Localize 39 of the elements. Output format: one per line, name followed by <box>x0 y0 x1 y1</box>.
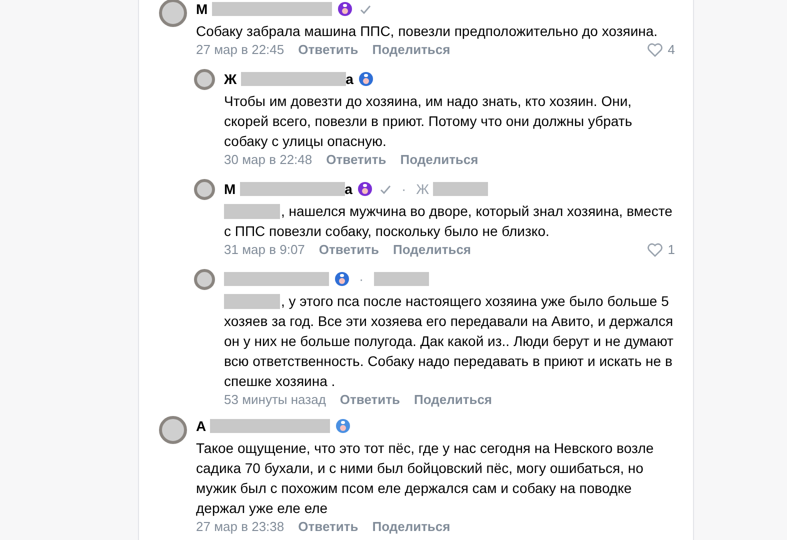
comment-text: Такое ощущение, что это тот пёс, где у нас сегодня на Невского возле садика 70 бухали, и с ними был бойцовский пёс, могу ошибаться, но мужик был с похожим псом еле держался сам и собаку на поводке держал уже еле еле <box>196 439 655 518</box>
share-link[interactable]: Поделиться <box>400 150 478 170</box>
separator-dot: · <box>359 270 364 288</box>
avatar <box>159 0 187 27</box>
reply-to-name: Ж <box>416 180 430 198</box>
author-name: А <box>196 416 206 436</box>
avatar <box>194 269 215 290</box>
comment-text: , нашелся мужчина во дворе, который знал хозяина, вместе с ППС повезли собаку, поскольку было не близко. <box>224 202 674 241</box>
separator-dot: · <box>401 180 406 198</box>
reply-link[interactable]: Ответить <box>326 150 386 170</box>
reply-link[interactable]: Ответить <box>340 390 400 410</box>
author-name: Ж <box>224 70 237 88</box>
redaction-bar <box>433 182 488 196</box>
comment-text: , у этого пса после настоящего хозяина уже было больше 5 хозяев за год. Все эти хозяева его передавали на Авито, и держался он у них не больше полугода. Дак какой из.. Люди берут и не думают всю ответственность. Собаку надо передавать в приют и искать не в спешке хозяина . <box>224 292 674 391</box>
comment-date: 27 мар в 23:38 <box>196 518 284 536</box>
author-name: М <box>224 180 236 198</box>
comment-date: 27 мар в 22:45 <box>196 40 284 59</box>
avatar <box>194 179 215 200</box>
heart-icon <box>646 242 663 256</box>
reply-link[interactable]: Ответить <box>298 516 358 536</box>
comment-text: Чтобы им довезти до хозяина, им надо знать, кто хозяин. Они, скорей всего, повезли в приют. Потому что они должны убрать собаку с улицы опасную. <box>224 92 634 151</box>
heart-icon <box>646 42 663 56</box>
like-button[interactable]: 4 <box>646 40 675 60</box>
author-name: М <box>196 0 208 18</box>
reply-link[interactable]: Ответить <box>318 240 379 260</box>
author-name: а <box>346 70 354 88</box>
share-link[interactable]: Поделиться <box>372 516 450 536</box>
comment-date: 30 мар в 22:48 <box>224 150 312 169</box>
share-link[interactable]: Поделиться <box>392 240 472 260</box>
avatar <box>159 416 187 444</box>
share-link[interactable]: Поделиться <box>372 40 450 60</box>
comment-date: 31 мар в 9:07 <box>224 240 305 259</box>
reply-link[interactable]: Ответить <box>298 40 358 60</box>
comment-date: 53 минуты назад <box>224 390 326 409</box>
like-button[interactable]: 1 <box>646 240 675 260</box>
avatar <box>194 69 215 90</box>
share-link[interactable]: Поделиться <box>414 390 492 410</box>
author-name: а <box>344 180 352 198</box>
comment-text: Собаку забрала машина ППС, повезли предположительно до хозяина. <box>196 22 659 41</box>
